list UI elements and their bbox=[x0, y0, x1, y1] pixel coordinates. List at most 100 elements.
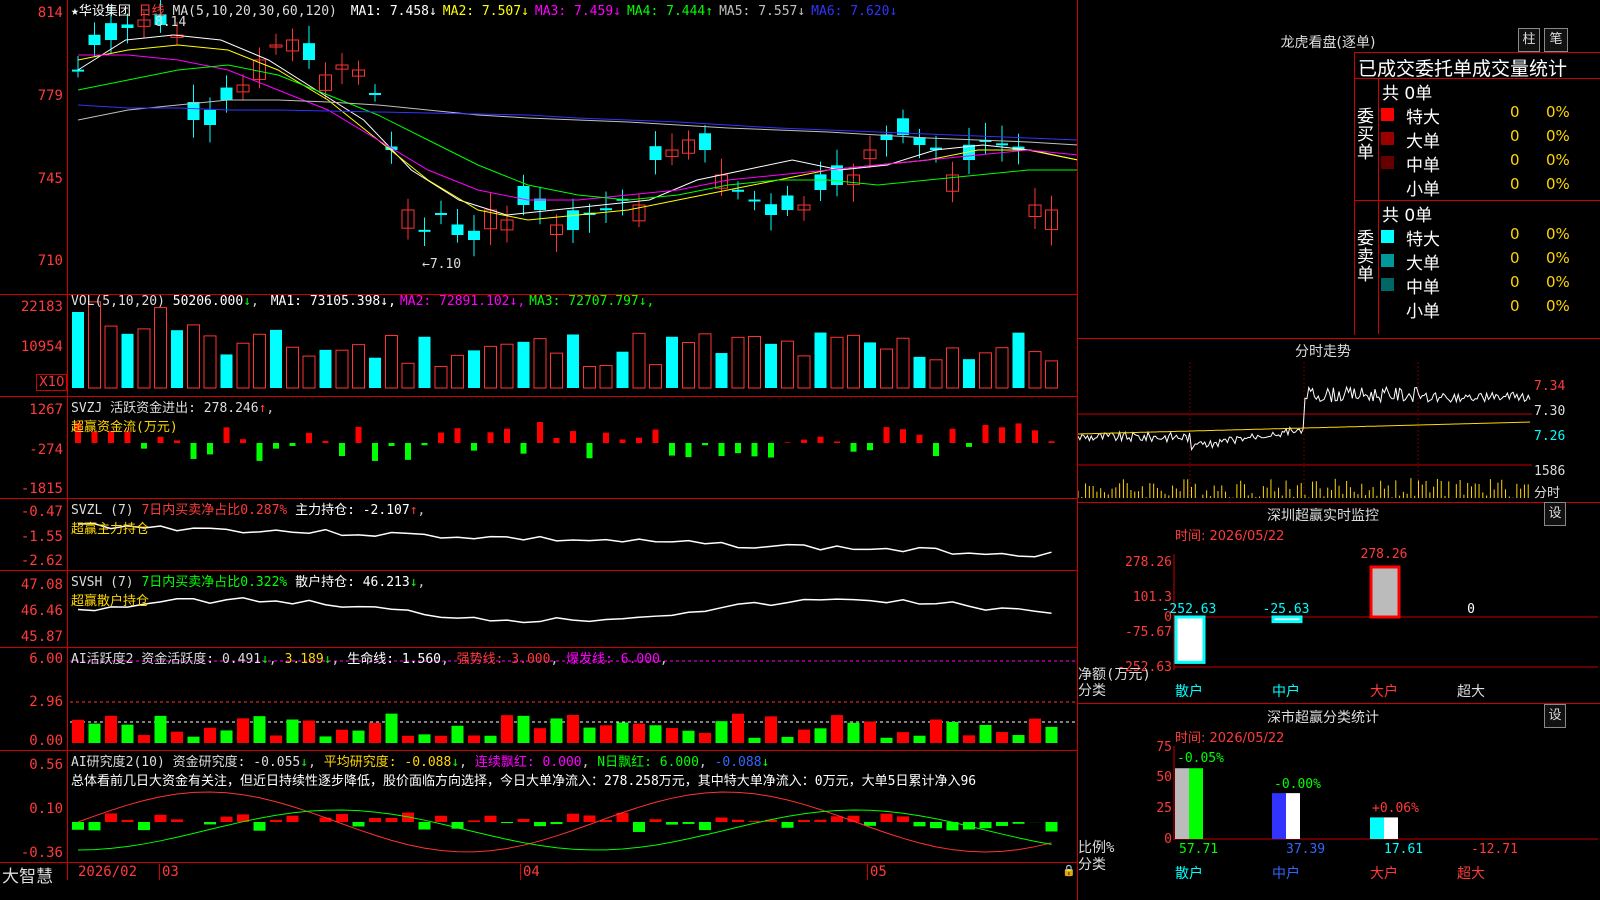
flow-bar bbox=[834, 441, 840, 443]
sz-net-chart: 278.26101.30-75.67-252.63-252.63散户-25.63… bbox=[1078, 547, 1598, 700]
period-label[interactable]: 日线 bbox=[139, 4, 165, 19]
cls-bar bbox=[1272, 793, 1286, 839]
column-view-button[interactable]: 柱 bbox=[1518, 28, 1540, 52]
activity-bar bbox=[204, 727, 216, 743]
research-bar bbox=[798, 820, 810, 822]
candle-body bbox=[765, 204, 777, 215]
y-tick-label: 745 bbox=[37, 171, 63, 187]
flow-bar bbox=[883, 427, 890, 443]
intraday-tick-label: 1586 bbox=[1534, 464, 1565, 479]
candle-body bbox=[435, 213, 447, 216]
research-bar bbox=[1012, 822, 1025, 824]
cls-tick-label: 50 bbox=[1156, 770, 1172, 785]
svzl-arrow: ↑ bbox=[409, 503, 418, 518]
y-tick-label: -1815 bbox=[20, 481, 63, 497]
volume-bar bbox=[137, 328, 151, 389]
flow-bar bbox=[735, 443, 741, 454]
volume-bar bbox=[302, 355, 316, 389]
cls-change-label: -0.05% bbox=[1177, 751, 1224, 766]
cls-settings-button[interactable]: 设 bbox=[1544, 704, 1566, 728]
sz-axis-label: 净额(万元) bbox=[1078, 667, 1151, 683]
research-bar bbox=[484, 815, 497, 822]
date-tick-label: 2026/02 bbox=[78, 864, 138, 880]
flow-bar bbox=[405, 443, 411, 460]
buy-row-swatch bbox=[1381, 108, 1394, 121]
candle-body bbox=[105, 23, 117, 40]
activity-bar bbox=[303, 720, 315, 743]
intraday-price-line bbox=[1078, 385, 1531, 451]
sell-row-name: 大单 bbox=[1406, 254, 1440, 274]
cls-bar bbox=[1189, 768, 1203, 839]
y-tick-label: -274 bbox=[29, 442, 63, 458]
volume-bar bbox=[72, 312, 84, 388]
volume-bar bbox=[632, 332, 646, 389]
cls-ratio-chart: 75 50 25 0 57.71 散户 37.39 中户 17.61 大户 -12.71 超大 -0.0… bbox=[1078, 740, 1598, 882]
vol-unit-badge[interactable]: X10 bbox=[36, 374, 68, 391]
kline-area[interactable]: 8.14 ←7.10 ★华设集团 日线 MA(5,10,20,30,60,120)… bbox=[0, 0, 1078, 900]
research-bar bbox=[633, 822, 645, 832]
flow-bar bbox=[487, 432, 494, 443]
volume-bar bbox=[946, 347, 959, 389]
activity-bar bbox=[715, 721, 728, 743]
volume-bar bbox=[121, 333, 134, 388]
y-tick-label: 0.00 bbox=[29, 733, 63, 749]
volume-bar bbox=[616, 351, 629, 388]
activity-bar bbox=[831, 715, 843, 743]
flow-bar bbox=[372, 443, 378, 461]
volume-bar bbox=[533, 338, 547, 389]
flow-bar bbox=[1032, 430, 1038, 443]
research-bar bbox=[715, 817, 728, 822]
activity-bar bbox=[138, 734, 150, 743]
ma-value-4: MA4: 7.444↑ bbox=[626, 4, 714, 19]
cls-axis-label: 比例% bbox=[1078, 840, 1115, 856]
svzl-label: SVZL (7) bbox=[71, 503, 134, 518]
sz-category-label: 散户 bbox=[1175, 683, 1203, 700]
activity-bar bbox=[699, 732, 711, 743]
lock-icon[interactable]: 🔒 bbox=[1062, 864, 1076, 877]
volume-bar bbox=[335, 349, 349, 389]
volume-bar bbox=[385, 335, 398, 389]
tick-view-button[interactable]: 笔 bbox=[1544, 28, 1568, 52]
y-tick-label: 0.56 bbox=[29, 757, 63, 773]
candle-body bbox=[699, 133, 711, 150]
volume-bar bbox=[567, 334, 579, 388]
activity-bar bbox=[930, 719, 942, 743]
research-bar bbox=[418, 822, 431, 830]
svsh-sub: 超赢散户持仓 bbox=[71, 594, 150, 609]
ma-value-1: MA1: 7.458↓ bbox=[350, 4, 437, 19]
sz-settings-button[interactable]: 设 bbox=[1544, 502, 1566, 526]
stat-title: 已成交委托单成交量统计 bbox=[1358, 58, 1568, 80]
sell-row-count: 0 bbox=[1510, 249, 1520, 267]
cls-bar bbox=[1370, 817, 1384, 839]
cls-category-label: 中户 bbox=[1272, 865, 1300, 882]
cls-bar bbox=[1384, 817, 1398, 839]
flow-bar bbox=[619, 439, 626, 443]
flow-bar bbox=[1015, 423, 1022, 443]
activity-bar bbox=[864, 721, 876, 743]
activity-bar bbox=[732, 713, 744, 743]
volume-bar bbox=[517, 341, 530, 388]
intraday-chart[interactable]: 7.34 7.30 7.26 1586 bbox=[1078, 362, 1600, 502]
flow-bar bbox=[1048, 441, 1055, 443]
ma-line bbox=[77, 64, 1078, 201]
cls-value-label: 57.71 bbox=[1179, 842, 1218, 857]
svsh-header: SVSH (7) 7日内买卖净占比0.322% 散户持仓: 46.213↓, 超… bbox=[71, 575, 426, 609]
research-bar bbox=[567, 813, 579, 822]
ai1-label: AI活跃度2 资金活跃度: 0.491 bbox=[71, 652, 262, 667]
sz-value-label: -25.63 bbox=[1263, 602, 1310, 617]
flow-bar bbox=[586, 443, 593, 459]
volume-bar bbox=[649, 364, 662, 389]
candle-body bbox=[204, 109, 216, 125]
sell-row-count: 0 bbox=[1510, 225, 1520, 243]
ma-line bbox=[77, 99, 1078, 146]
flow-bar bbox=[174, 440, 180, 443]
activity-bar bbox=[154, 715, 167, 743]
cls-change-label: +0.06% bbox=[1372, 801, 1419, 816]
research-bar bbox=[649, 819, 662, 822]
activity-bar bbox=[286, 719, 299, 743]
activity-bar bbox=[946, 721, 959, 743]
svzj-sub: 超赢资金流(万元) bbox=[71, 420, 178, 435]
volume-bar bbox=[979, 352, 992, 389]
activity-bar bbox=[484, 735, 497, 743]
sz-bar bbox=[1174, 615, 1206, 664]
